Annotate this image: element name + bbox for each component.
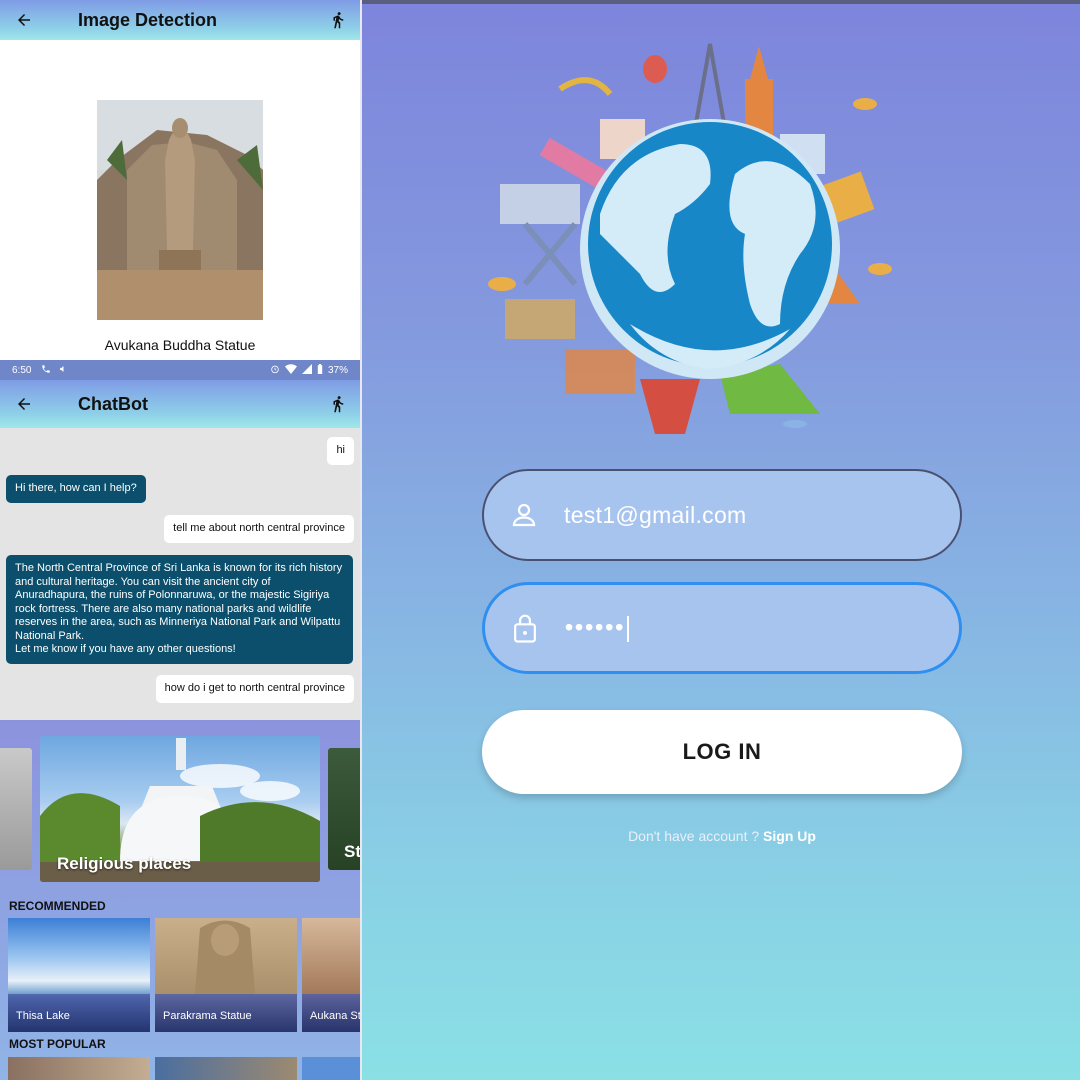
back-arrow-icon[interactable] xyxy=(0,0,48,40)
text-cursor xyxy=(627,615,630,642)
carousel-card-next[interactable]: St xyxy=(328,748,360,870)
place-card[interactable]: Parakrama Statue xyxy=(155,918,297,1032)
email-field[interactable]: test1@gmail.com xyxy=(482,469,962,561)
carousel-card-previous[interactable] xyxy=(0,748,32,870)
password-field[interactable]: •••••• xyxy=(482,582,962,674)
popular-card[interactable] xyxy=(155,1057,297,1080)
battery-icon xyxy=(317,363,323,377)
page-title: ChatBot xyxy=(78,393,148,414)
wifi-icon xyxy=(284,363,297,377)
user-message: tell me about north central province xyxy=(164,515,354,543)
running-person-icon[interactable] xyxy=(316,0,360,40)
detection-app-bar: Image Detection xyxy=(0,0,360,40)
password-value: •••••• xyxy=(565,614,626,641)
place-card-label: Parakrama Statue xyxy=(155,994,297,1032)
detection-result-label: Avukana Buddha Statue xyxy=(104,337,256,353)
place-card[interactable]: Thisa Lake xyxy=(8,918,150,1032)
user-message: hi xyxy=(327,437,354,465)
chatbot-screen: 6:50 37% ChatBot hi Hi there, how can I … xyxy=(0,360,360,720)
alarm-icon xyxy=(270,364,280,377)
phone-icon xyxy=(41,364,51,377)
battery-percent: 37% xyxy=(327,364,348,376)
home-screen: Religious places St RECOMMENDED Thisa La… xyxy=(0,720,360,1080)
popular-card[interactable] xyxy=(302,1057,360,1080)
place-card-label: Aukana St xyxy=(302,994,360,1032)
status-bar: 6:50 37% xyxy=(0,360,360,380)
chatbot-app-bar: ChatBot xyxy=(0,380,360,428)
popular-card[interactable] xyxy=(8,1057,150,1080)
mute-icon xyxy=(59,364,68,377)
signup-link[interactable]: Sign Up xyxy=(763,828,816,844)
travel-globe-illustration xyxy=(480,34,930,444)
user-icon xyxy=(484,471,564,559)
image-detection-screen: Image Detection Avukana Buddha Statue xyxy=(0,0,360,360)
carousel-label: Religious places xyxy=(57,854,192,873)
bot-message: Hi there, how can I help? xyxy=(6,475,146,503)
signal-icon xyxy=(301,363,312,377)
carousel-card-religious-places[interactable]: Religious places xyxy=(40,736,320,882)
signup-prompt: Don't have account ? Sign Up xyxy=(362,828,1080,844)
status-time: 6:50 xyxy=(12,364,32,376)
login-screen: test1@gmail.com •••••• LOG IN Don't have… xyxy=(360,0,1080,1080)
running-person-icon[interactable] xyxy=(316,380,360,428)
section-title-most-popular: MOST POPULAR xyxy=(9,1037,106,1051)
email-value: test1@gmail.com xyxy=(564,501,747,528)
detected-image xyxy=(97,100,263,320)
page-title: Image Detection xyxy=(78,9,218,30)
lock-icon xyxy=(485,585,565,671)
carousel-label: St xyxy=(344,842,360,861)
signup-text: Don't have account ? xyxy=(628,828,764,844)
section-title-recommended: RECOMMENDED xyxy=(9,899,106,913)
top-divider xyxy=(362,0,1080,4)
place-card[interactable]: Aukana St xyxy=(302,918,360,1032)
user-message: how do i get to north central province xyxy=(155,675,354,703)
login-button[interactable]: LOG IN xyxy=(482,710,962,794)
back-arrow-icon[interactable] xyxy=(0,380,48,428)
bot-message: The North Central Province of Sri Lanka … xyxy=(6,555,353,664)
place-card-label: Thisa Lake xyxy=(8,994,150,1032)
